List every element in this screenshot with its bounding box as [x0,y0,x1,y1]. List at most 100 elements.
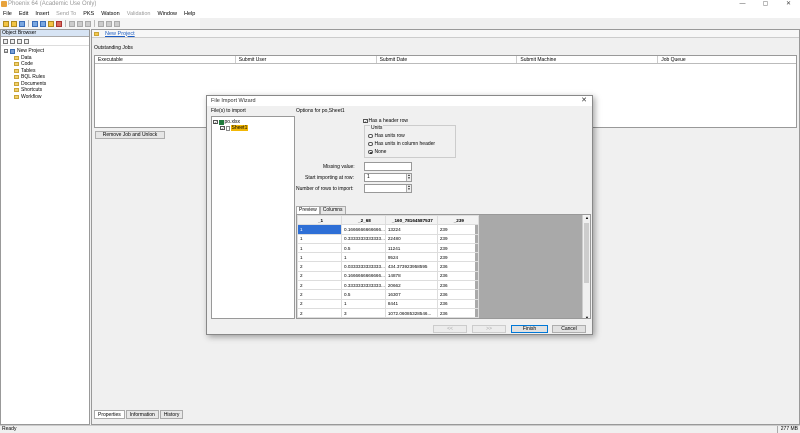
preview-cell[interactable]: 16307 [384,289,438,300]
preview-cell[interactable]: 236 [436,270,479,282]
radio-units-header[interactable]: Has units in column header [368,141,435,147]
preview-cell[interactable]: 8441 [384,298,438,309]
radio-icon[interactable] [368,133,373,139]
tab-history[interactable]: History [159,410,184,419]
new-object-icon[interactable] [3,38,8,44]
preview-cell[interactable]: 3 [341,307,386,318]
preview-cell[interactable]: 236 [436,261,479,272]
radio-units-row[interactable]: Has units row [368,133,405,139]
close-window-button[interactable]: ✕ [777,0,800,9]
spinner-arrows-icon[interactable]: ▲ ▼ [406,174,411,181]
preview-cell[interactable]: 0.3333333333333... [341,280,386,291]
tab-preview[interactable]: Preview [296,206,320,214]
preview-cell[interactable]: 236 [436,280,479,291]
preview-cell[interactable]: 0.0333333333333... [341,261,386,272]
menu-validation[interactable]: Validation [127,11,151,17]
col-submit-machine[interactable]: Submit Machine [517,56,659,63]
preview-row[interactable]: 1 1 9524 239 [297,252,479,263]
minimize-button[interactable]: — [731,0,754,9]
import-icon[interactable] [32,20,38,27]
preview-col-header[interactable]: _1 [297,215,342,226]
preview-row[interactable]: 2 3 1072.06085328546... 236 [297,307,479,318]
preview-row[interactable]: 1 0.5 11241 239 [297,242,479,254]
next-button[interactable]: >> [472,325,506,333]
menu-watson[interactable]: Watson [101,11,119,17]
tree-item-workflow[interactable]: Workflow [4,94,89,101]
col-job-queue[interactable]: Job Queue [658,56,796,63]
preview-scrollbar[interactable]: ▲ ▼ [582,215,590,318]
menu-pks[interactable]: PKS [83,11,94,17]
preview-cell[interactable]: 2 [297,289,342,300]
preview-cell[interactable]: 1 [297,252,342,263]
preview-cell[interactable]: 13224 [384,224,438,235]
finish-button[interactable]: Finish [511,325,548,333]
preview-cell[interactable]: 1 [341,252,386,263]
header-row-checkbox[interactable]: ✓ [363,118,368,124]
menu-insert[interactable]: Insert [35,11,49,17]
tab-columns[interactable]: Columns [319,206,346,214]
redo-icon[interactable] [106,20,112,27]
new-project-link[interactable]: New Project [105,31,135,37]
cut-icon[interactable] [69,20,75,27]
preview-row[interactable]: 2 0.0333333333333... 434.373923958595 236 [297,261,479,272]
header-row-option[interactable]: ✓ Has a header row [363,118,408,124]
preview-cell[interactable]: 0.5 [341,242,386,254]
preview-cell[interactable]: 2 [297,298,342,309]
preview-row[interactable]: 2 0.1666666666666... 14878 236 [297,270,479,282]
preview-grid[interactable]: _1 _2_68 _160_78164587537 _239 1 0.166666… [296,214,591,319]
menu-window[interactable]: Window [157,11,177,17]
radio-selected-icon[interactable] [368,149,373,155]
missing-value-input[interactable] [364,162,412,171]
dialog-close-icon[interactable]: ✕ [581,96,587,106]
link-icon[interactable] [17,38,22,44]
preview-cell[interactable]: 22480 [384,233,438,244]
back-button[interactable]: << [433,325,467,333]
save-icon[interactable] [19,20,25,27]
scroll-up-icon[interactable]: ▲ [583,215,590,220]
preview-cell[interactable]: 9524 [384,252,438,263]
preview-cell[interactable]: 1072.06085328546... [384,307,438,318]
preview-cell[interactable]: 236 [436,298,479,309]
preview-col-header[interactable]: _2_68 [341,215,386,226]
preview-row[interactable]: 1 0.3333333333333... 22480 239 [297,233,479,244]
menu-edit[interactable]: Edit [19,11,28,17]
preview-row[interactable]: 2 0.3333333333333... 20662 236 [297,280,479,291]
menu-help[interactable]: Help [184,11,195,17]
delete-icon[interactable] [114,20,120,27]
preview-row[interactable]: 1 0.1666666666666... 13224 239 [297,224,479,235]
new-file-icon[interactable] [3,20,9,27]
preview-cell[interactable]: 1 [297,224,342,235]
radio-units-none[interactable]: None [368,149,386,155]
preview-cell[interactable]: 2 [297,261,342,272]
export-icon[interactable] [40,20,46,27]
report-icon[interactable] [48,20,54,27]
preview-cell[interactable]: 14878 [384,270,438,282]
preview-cell[interactable]: 239 [436,252,479,263]
scroll-down-icon[interactable]: ▼ [583,315,590,318]
paste-icon[interactable] [85,20,91,27]
col-submit-date[interactable]: Submit Date [377,56,518,63]
rows-count-stepper[interactable]: ▲ ▼ [364,184,412,193]
preview-cell[interactable]: 0.1666666666666... [341,270,386,282]
col-executable[interactable]: Executable [95,56,236,63]
preview-row[interactable]: 2 1 8441 236 [297,298,479,309]
menu-send-to[interactable]: Send To [56,11,76,17]
undo-icon[interactable] [98,20,104,27]
preview-cell[interactable]: 0.3333333333333... [341,233,386,244]
preview-cell[interactable]: 236 [436,307,479,318]
preview-row[interactable]: 2 0.5 16307 236 [297,289,479,300]
tab-information[interactable]: Information [125,410,159,419]
tab-properties[interactable]: Properties [94,410,125,419]
preview-cell[interactable]: 2 [297,280,342,291]
maximize-button[interactable]: ▢ [754,0,777,9]
radio-icon[interactable] [368,141,373,147]
copy-icon[interactable] [77,20,83,27]
preview-col-header[interactable]: _160_78164587537 [384,215,438,226]
preview-cell[interactable]: 239 [436,224,479,235]
cancel-button[interactable]: Cancel [552,325,586,333]
scroll-thumb[interactable] [584,223,589,283]
preview-cell[interactable]: 239 [436,242,479,254]
start-row-stepper[interactable]: 1 ▲ ▼ [364,173,412,182]
menu-file[interactable]: File [3,11,12,17]
sheet-item[interactable]: ✓ Sheet1 [213,125,294,131]
